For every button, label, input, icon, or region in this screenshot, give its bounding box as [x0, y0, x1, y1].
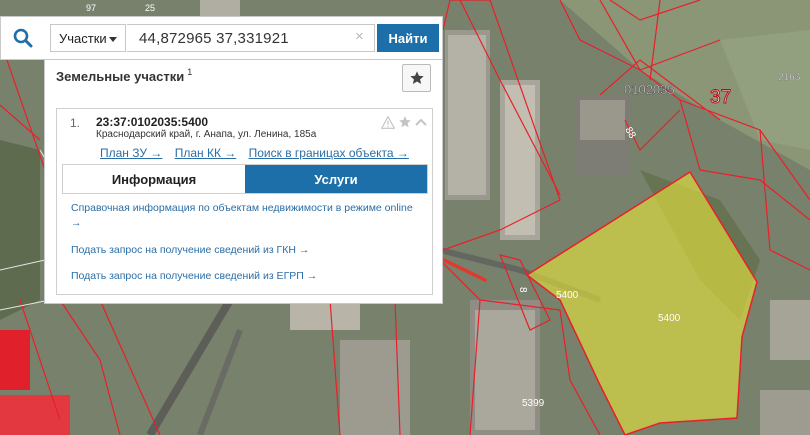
favorites-button[interactable]: [402, 64, 431, 92]
service-link-gkn-request[interactable]: Подать запрос на получение сведений из Г…: [71, 243, 309, 258]
panel-title-text: Земельные участки: [56, 69, 185, 84]
plan-zu-link[interactable]: План ЗУ →: [100, 146, 162, 160]
result-number: 1.: [70, 116, 81, 130]
search-in-bounds-link[interactable]: Поиск в границах объекта →: [249, 146, 409, 160]
tab-information[interactable]: Информация: [63, 165, 245, 193]
result-item: 1. 23:37:0102035:5400 Краснодарский край…: [56, 108, 433, 295]
map-label-2163: 2163: [778, 72, 801, 83]
cadastral-number[interactable]: 23:37:0102035:5400: [96, 115, 208, 129]
results-panel: Земельные участки 1 1. 23:37:0102035:5400…: [44, 60, 443, 304]
map-label-district: 37: [710, 87, 731, 108]
star-icon[interactable]: [398, 115, 412, 129]
chevron-up-icon[interactable]: [415, 117, 427, 127]
result-actions: [381, 115, 427, 129]
map-label-5400: 5400: [658, 313, 681, 324]
map-label-97: 97: [86, 3, 96, 13]
map-label-5399: 5399: [522, 398, 545, 409]
map-label-25: 25: [145, 3, 155, 13]
map-label-5400-small: 5400: [556, 290, 579, 301]
search-input[interactable]: 44,872965 37,331921: [127, 24, 375, 52]
star-icon: [409, 71, 424, 84]
object-type-select-value: Участки: [59, 30, 107, 46]
plan-kk-link[interactable]: План КК →: [175, 146, 237, 160]
panel-title: Земельные участки 1: [56, 67, 192, 84]
search-icon[interactable]: [1, 17, 45, 59]
service-link-online-info[interactable]: Справочная информация по объектам недвиж…: [71, 201, 426, 231]
tab-services[interactable]: Услуги: [245, 165, 427, 193]
result-address: Краснодарский край, г. Анапа, ул. Ленина…: [96, 129, 317, 140]
clear-icon[interactable]: ×: [355, 29, 364, 44]
result-tabs: Информация Услуги: [62, 164, 428, 194]
map-label-8: 8: [517, 287, 528, 293]
results-count: 1: [187, 67, 193, 77]
search-bar: Участки 44,872965 37,331921 × Найти: [0, 16, 443, 60]
result-links: План ЗУ → План КК → Поиск в границах объ…: [100, 146, 418, 160]
find-button[interactable]: Найти: [377, 24, 439, 52]
service-link-egrp-request[interactable]: Подать запрос на получение сведений из Е…: [71, 269, 317, 284]
warning-icon[interactable]: [381, 115, 395, 129]
map-label-quarter: 0102035: [624, 82, 675, 97]
object-type-select[interactable]: Участки: [50, 24, 126, 52]
chevron-down-icon: [109, 37, 117, 42]
